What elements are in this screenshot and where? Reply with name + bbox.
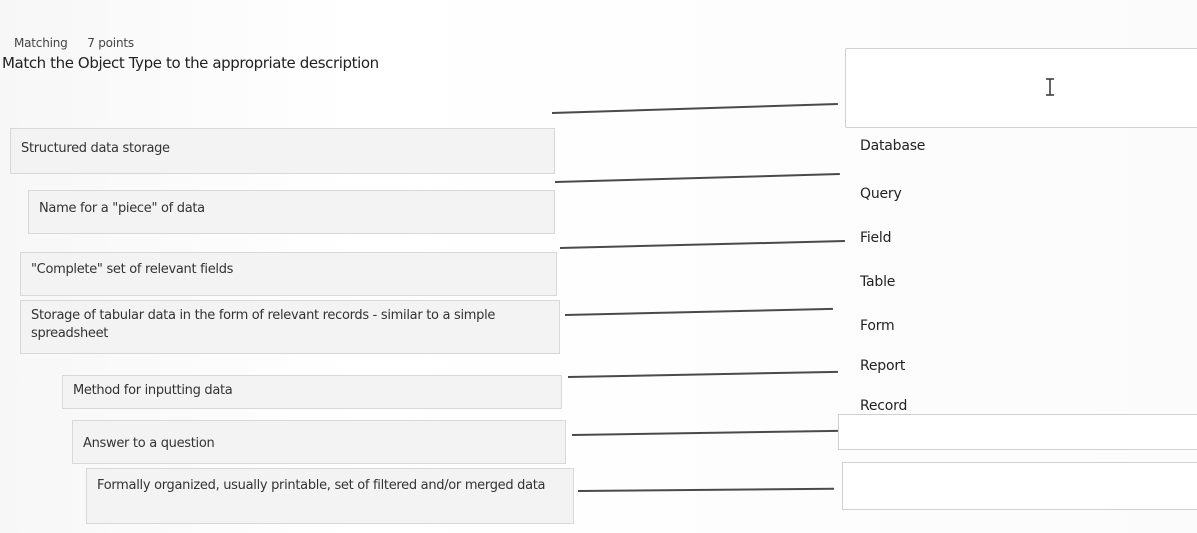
question-header: Matching 7 points <box>14 36 134 50</box>
question-type: Matching <box>14 36 68 50</box>
quiz-page: Matching 7 points Match the Object Type … <box>0 0 1197 533</box>
option-table[interactable]: Table <box>860 274 895 290</box>
description-item[interactable]: Answer to a question <box>72 420 566 464</box>
option-report[interactable]: Report <box>860 358 905 374</box>
description-item[interactable]: Storage of tabular data in the form of r… <box>20 300 560 354</box>
description-label: Formally organized, usually printable, s… <box>97 478 546 493</box>
answer-drop-slot[interactable] <box>838 414 1197 450</box>
description-item[interactable]: Name for a "piece" of data <box>28 190 555 234</box>
question-points: 7 points <box>87 36 134 50</box>
answer-line[interactable] <box>571 429 838 436</box>
description-item[interactable]: Formally organized, usually printable, s… <box>86 468 574 524</box>
answer-drop-slot[interactable] <box>842 462 1197 510</box>
option-query[interactable]: Query <box>860 186 902 202</box>
description-label: Structured data storage <box>21 141 170 156</box>
answer-line[interactable] <box>551 103 838 114</box>
description-label: Answer to a question <box>83 436 215 451</box>
description-item[interactable]: "Complete" set of relevant fields <box>20 252 557 296</box>
answer-line[interactable] <box>567 370 838 378</box>
answer-line[interactable] <box>577 487 834 492</box>
description-label: "Complete" set of relevant fields <box>31 262 234 277</box>
description-item[interactable]: Structured data storage <box>10 128 555 174</box>
description-label: Storage of tabular data in the form of r… <box>31 308 496 341</box>
answer-line[interactable] <box>559 240 845 249</box>
option-database[interactable]: Database <box>860 138 925 154</box>
description-label: Method for inputting data <box>73 383 233 398</box>
option-field[interactable]: Field <box>860 230 892 246</box>
answer-line[interactable] <box>554 173 840 183</box>
description-label: Name for a "piece" of data <box>39 201 205 216</box>
question-prompt: Match the Object Type to the appropriate… <box>2 54 379 72</box>
answer-drop-slot[interactable] <box>845 48 1197 128</box>
text-cursor-icon <box>1046 78 1054 96</box>
option-form[interactable]: Form <box>860 318 895 334</box>
option-record[interactable]: Record <box>860 398 907 414</box>
answer-line[interactable] <box>564 307 833 316</box>
description-item[interactable]: Method for inputting data <box>62 375 562 409</box>
